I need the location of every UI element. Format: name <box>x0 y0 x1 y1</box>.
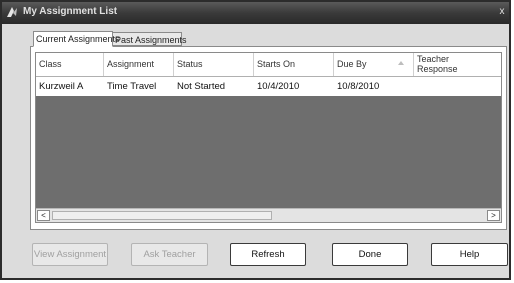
assignment-list-window: My Assignment List x Current Assignments… <box>0 0 511 280</box>
column-header-status[interactable]: Status <box>174 53 254 76</box>
done-button[interactable]: Done <box>332 243 408 266</box>
scroll-thumb[interactable] <box>52 211 272 220</box>
tab-current-assignments[interactable]: Current Assignments <box>33 31 120 47</box>
app-logo-icon <box>7 7 17 17</box>
column-header-teacher-response[interactable]: Teacher Response <box>414 53 501 76</box>
sort-ascending-icon <box>398 61 404 65</box>
column-header-class[interactable]: Class <box>36 53 104 76</box>
cell-starts-on: 10/4/2010 <box>257 81 300 92</box>
column-header-assignment[interactable]: Assignment <box>104 53 174 76</box>
assignments-table: Class Assignment Status Starts On Due By… <box>35 52 502 223</box>
view-assignment-button[interactable]: View Assignment <box>32 243 108 266</box>
ask-teacher-button[interactable]: Ask Teacher <box>131 243 208 266</box>
cell-status: Not Started <box>177 81 226 92</box>
column-header-starts-on[interactable]: Starts On <box>254 53 334 76</box>
title-bar[interactable]: My Assignment List x <box>2 2 509 24</box>
table-row[interactable]: Kurzweil A Time Travel Not Started 10/4/… <box>36 77 501 96</box>
refresh-button[interactable]: Refresh <box>230 243 306 266</box>
cell-class: Kurzweil A <box>39 81 84 92</box>
horizontal-scrollbar[interactable]: < > <box>36 208 501 222</box>
tab-past-assignments[interactable]: Past Assignments <box>113 32 187 46</box>
tab-panel: Class Assignment Status Starts On Due By… <box>30 46 507 230</box>
cell-teacher-response <box>414 77 501 96</box>
table-header: Class Assignment Status Starts On Due By… <box>36 53 501 77</box>
help-button[interactable]: Help <box>431 243 508 266</box>
close-icon[interactable]: x <box>497 5 507 19</box>
column-header-due-by[interactable]: Due By <box>334 53 414 76</box>
scroll-right-icon[interactable]: > <box>487 210 500 221</box>
window-title: My Assignment List <box>23 6 118 17</box>
cell-due-by: 10/8/2010 <box>337 81 380 92</box>
cell-assignment: Time Travel <box>107 81 157 92</box>
scroll-left-icon[interactable]: < <box>37 210 50 221</box>
